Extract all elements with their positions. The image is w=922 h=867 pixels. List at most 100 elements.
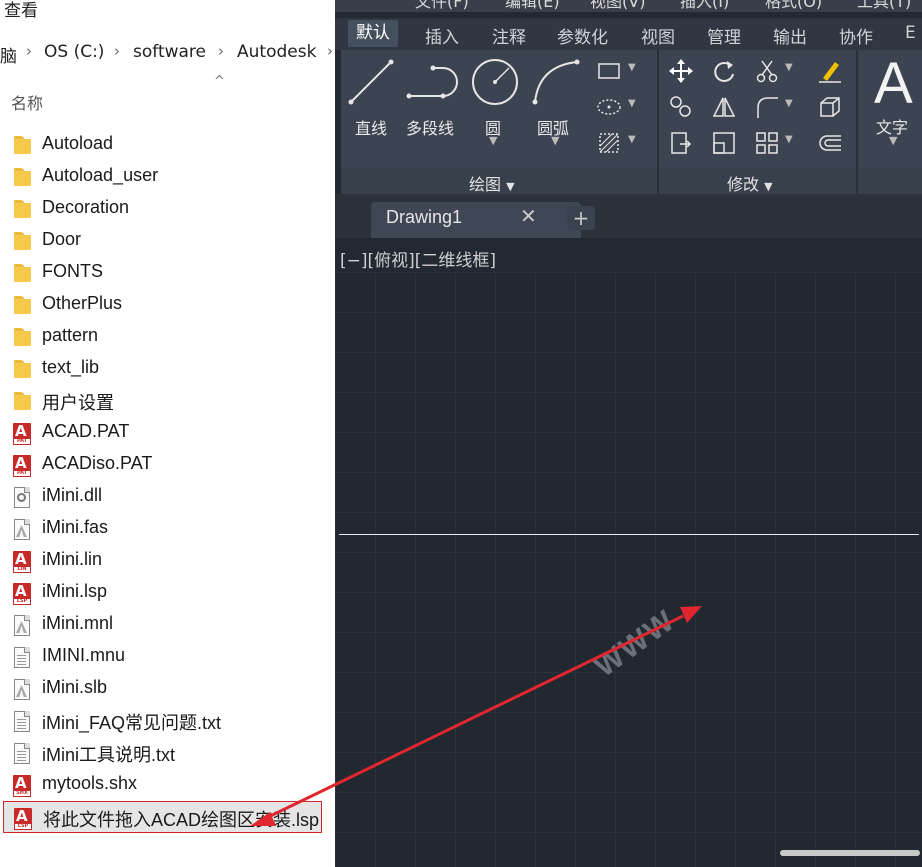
file-row[interactable]: iMini.mnl xyxy=(0,609,330,641)
trim-dropdown-icon[interactable]: ▼ xyxy=(785,62,793,73)
file-row[interactable]: IMINI.mnu xyxy=(0,641,330,673)
tab-view[interactable]: 视图 xyxy=(641,23,675,48)
breadcrumb-software[interactable]: software xyxy=(133,42,206,62)
viewport-controls[interactable]: [−][俯视][二维线框] xyxy=(340,246,496,271)
file-name: FONTS xyxy=(42,261,103,281)
view-ribbon-tab[interactable]: 查看 xyxy=(4,0,38,22)
fillet-tool-icon[interactable] xyxy=(754,94,780,120)
close-icon[interactable]: ✕ xyxy=(520,204,537,228)
arc-dropdown-icon[interactable]: ▼ xyxy=(551,134,559,147)
file-row[interactable]: text_lib xyxy=(0,353,330,385)
name-column-header[interactable]: 名称 xyxy=(11,90,43,114)
breadcrumb-drive[interactable]: OS (C:) xyxy=(44,42,104,62)
file-icon xyxy=(13,647,33,669)
file-row[interactable]: A LIN iMini.lin xyxy=(0,545,330,577)
text-tool-icon[interactable]: A xyxy=(874,50,913,117)
ribbon-panel-footer xyxy=(341,168,922,194)
breadcrumb-segment-0[interactable]: 脑 xyxy=(0,42,17,67)
menu-tools[interactable]: 工具(T) xyxy=(857,0,911,12)
hatch-dropdown-icon[interactable]: ▼ xyxy=(628,134,636,145)
folder-icon xyxy=(13,296,33,318)
add-tab-button[interactable]: + xyxy=(567,206,595,230)
rectangle-tool-icon[interactable] xyxy=(596,58,622,84)
line-tool-label[interactable]: 直线 xyxy=(355,115,387,139)
file-row[interactable]: A PAT ACAD.PAT xyxy=(0,417,330,449)
file-row[interactable]: 用户设置 xyxy=(0,385,330,417)
tab-parametric[interactable]: 参数化 xyxy=(557,23,608,48)
polyline-tool-label[interactable]: 多段线 xyxy=(406,115,454,139)
circle-tool-icon[interactable] xyxy=(469,56,521,108)
tab-extra[interactable]: E xyxy=(905,23,916,43)
erase-tool-icon[interactable] xyxy=(817,58,843,84)
tab-output[interactable]: 输出 xyxy=(773,23,807,48)
3d-box-icon[interactable] xyxy=(817,94,843,120)
file-row[interactable]: A SHX mytools.shx xyxy=(0,769,330,801)
polyline-tool-icon[interactable] xyxy=(405,62,463,102)
text-file-icon xyxy=(13,743,33,765)
folder-icon xyxy=(13,168,33,190)
draw-panel-title[interactable]: 绘图 ▼ xyxy=(469,171,515,195)
file-row[interactable]: Decoration xyxy=(0,193,330,225)
file-row[interactable]: Autoload_user xyxy=(0,161,330,193)
folder-icon xyxy=(13,392,33,414)
file-name: iMini.lsp xyxy=(42,581,108,601)
file-row[interactable]: iMini_FAQ常见问题.txt xyxy=(0,705,330,737)
array-tool-icon[interactable] xyxy=(754,130,780,156)
file-name: ACAD.PAT xyxy=(42,421,130,441)
rectangle-dropdown-icon[interactable]: ▼ xyxy=(628,62,636,73)
file-row[interactable]: FONTS xyxy=(0,257,330,289)
file-row[interactable]: iMini.slb xyxy=(0,673,330,705)
offset-tool-icon[interactable] xyxy=(817,130,843,156)
autocad-file-icon: A LSP xyxy=(14,807,34,830)
sort-up-icon: ^ xyxy=(214,74,225,89)
hatch-tool-icon[interactable] xyxy=(596,130,622,156)
file-name: iMini.fas xyxy=(42,517,109,537)
tab-insert[interactable]: 插入 xyxy=(425,23,459,48)
file-row[interactable]: iMini.dll xyxy=(0,481,330,513)
ellipse-tool-icon[interactable] xyxy=(596,94,622,120)
file-row[interactable]: A PAT ACADiso.PAT xyxy=(0,449,330,481)
chevron-down-icon: ▼ xyxy=(506,180,515,193)
stretch-tool-icon[interactable] xyxy=(668,130,694,156)
menu-edit[interactable]: 编辑(E) xyxy=(505,0,560,12)
modify-panel-title[interactable]: 修改 ▼ xyxy=(727,171,773,195)
rotate-tool-icon[interactable] xyxy=(711,58,737,84)
circle-dropdown-icon[interactable]: ▼ xyxy=(489,134,497,147)
tab-manage[interactable]: 管理 xyxy=(707,23,741,48)
tab-default[interactable]: 默认 xyxy=(348,20,398,47)
drawing-area[interactable]: WWW xyxy=(335,272,922,867)
trim-tool-icon[interactable] xyxy=(754,58,780,84)
arc-tool-icon[interactable] xyxy=(531,58,581,106)
line-tool-icon[interactable] xyxy=(347,58,395,106)
autocad-file-icon: A LIN xyxy=(13,550,33,573)
file-row[interactable]: iMini工具说明.txt xyxy=(0,737,330,769)
array-dropdown-icon[interactable]: ▼ xyxy=(785,134,793,145)
address-bar[interactable]: 脑 › OS (C:) › software › Autodesk › xyxy=(0,38,335,68)
file-row[interactable]: OtherPlus xyxy=(0,289,330,321)
menu-file[interactable]: 文件(F) xyxy=(415,0,469,12)
move-tool-icon[interactable] xyxy=(668,58,694,84)
mirror-tool-icon[interactable] xyxy=(711,94,737,120)
ellipse-dropdown-icon[interactable]: ▼ xyxy=(628,98,636,109)
copy-tool-icon[interactable] xyxy=(668,94,694,120)
menu-view[interactable]: 视图(V) xyxy=(590,0,645,12)
file-row[interactable]: Door xyxy=(0,225,330,257)
file-icon xyxy=(13,615,33,637)
scale-tool-icon[interactable] xyxy=(711,130,737,156)
file-row[interactable]: A LSP iMini.lsp xyxy=(0,577,330,609)
horizontal-scrollbar[interactable] xyxy=(780,850,920,856)
tab-annotate[interactable]: 注释 xyxy=(492,23,526,48)
file-row[interactable]: iMini.fas xyxy=(0,513,330,545)
fillet-dropdown-icon[interactable]: ▼ xyxy=(785,98,793,109)
file-row[interactable]: A LSP 将此文件拖入ACAD绘图区安装.lsp xyxy=(3,801,322,833)
text-dropdown-icon[interactable]: ▼ xyxy=(889,134,897,147)
file-row[interactable]: pattern xyxy=(0,321,330,353)
menu-insert[interactable]: 插入(I) xyxy=(680,0,729,12)
file-name: pattern xyxy=(42,325,99,345)
tab-collaborate[interactable]: 协作 xyxy=(839,23,873,48)
breadcrumb-autodesk[interactable]: Autodesk xyxy=(237,42,316,62)
menu-format[interactable]: 格式(O) xyxy=(765,0,822,12)
file-name: iMini.mnl xyxy=(42,613,114,633)
file-row[interactable]: Autoload xyxy=(0,129,330,161)
tab-drawing1[interactable]: Drawing1 ✕ xyxy=(371,202,581,238)
